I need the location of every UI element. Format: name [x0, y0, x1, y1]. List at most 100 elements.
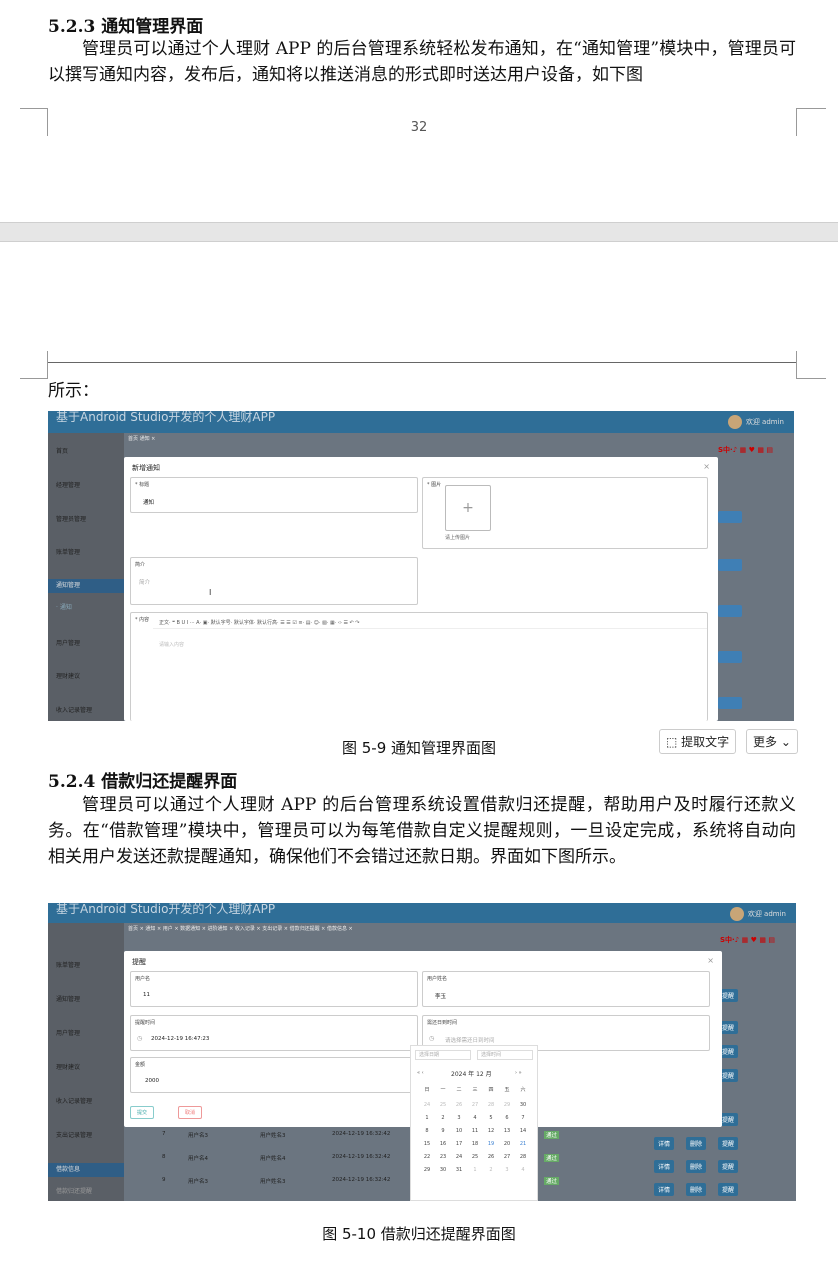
calendar-day[interactable]: 25	[435, 1102, 451, 1108]
remind-button[interactable]: 提醒	[718, 1183, 739, 1196]
upload-plus-icon[interactable]: +	[445, 485, 491, 531]
admin-menu[interactable]: 欢迎 admin	[727, 415, 784, 429]
sidebar-item-income[interactable]: 收入记录管理	[48, 1095, 124, 1109]
calendar-day[interactable]: 7	[515, 1115, 531, 1121]
delete-button[interactable]: 删除	[686, 1160, 707, 1173]
calendar-day[interactable]: 1	[419, 1115, 435, 1121]
content-editor[interactable]: * 内容 正文· ❝ B U I ··· A· ▣· 默认字号· 默认字体· 默…	[130, 612, 708, 721]
calendar-day[interactable]: 4	[467, 1115, 483, 1121]
date-input[interactable]: 选择日期	[415, 1050, 471, 1060]
row-button[interactable]	[718, 651, 742, 663]
delete-button[interactable]: 删除	[686, 1183, 707, 1196]
calendar-day[interactable]: 15	[419, 1141, 435, 1147]
calendar-day[interactable]: 21	[515, 1141, 531, 1147]
calendar-day[interactable]: 5	[483, 1115, 499, 1121]
sidebar-item-advice[interactable]: 理财建议	[48, 1061, 124, 1075]
calendar-day[interactable]: 2	[435, 1115, 451, 1121]
next-year-icon[interactable]: › »	[515, 1070, 522, 1076]
calendar-day[interactable]: 8	[419, 1128, 435, 1134]
calendar-day[interactable]: 4	[515, 1167, 531, 1173]
sidebar-item-manager[interactable]: 经理管理	[48, 479, 124, 493]
admin-menu[interactable]: 欢迎 admin	[729, 907, 786, 921]
calendar-day[interactable]: 29	[499, 1102, 515, 1108]
detail-button[interactable]: 详情	[654, 1137, 675, 1150]
row-button[interactable]	[718, 697, 742, 709]
close-icon[interactable]: ×	[703, 462, 710, 471]
row-button[interactable]	[718, 559, 742, 571]
calendar-day[interactable]: 30	[435, 1167, 451, 1173]
calendar-day[interactable]: 31	[451, 1167, 467, 1173]
calendar-day[interactable]: 19	[483, 1141, 499, 1147]
calendar-day[interactable]: 22	[419, 1154, 435, 1160]
ime-toolbar[interactable]: S中·♪ ▦ ♥ ▦ ▤	[720, 935, 775, 945]
time-input[interactable]: 选择时间	[477, 1050, 533, 1060]
sidebar-item-admin[interactable]: 管理员管理	[48, 513, 124, 527]
sidebar-subitem-reminder[interactable]: 借款归还提醒	[48, 1185, 124, 1199]
prev-year-icon[interactable]: « ‹	[417, 1070, 424, 1076]
sidebar-item-bills[interactable]: 账单管理	[48, 959, 124, 973]
extract-text-button[interactable]: ⬚ 提取文字	[659, 729, 737, 754]
sidebar-subitem-notice[interactable]: · 通知	[48, 601, 124, 615]
calendar-day[interactable]: 23	[435, 1154, 451, 1160]
calendar-day[interactable]: 17	[451, 1141, 467, 1147]
detail-button[interactable]: 详情	[654, 1183, 675, 1196]
calendar-day[interactable]: 28	[483, 1102, 499, 1108]
remind-button[interactable]: 提醒	[718, 1137, 739, 1150]
calendar-day[interactable]: 3	[499, 1167, 515, 1173]
intro-field[interactable]: 简介 简介 I	[130, 557, 418, 605]
calendar-day[interactable]: 9	[435, 1128, 451, 1134]
row-button[interactable]	[718, 605, 742, 617]
field-placeholder: 请选择需还日到时间	[445, 1038, 495, 1044]
sidebar-item-expense[interactable]: 支出记录管理	[48, 1129, 124, 1143]
calendar-day[interactable]: 26	[483, 1154, 499, 1160]
sidebar-item-loan[interactable]: 借款信息	[48, 1163, 124, 1177]
sidebar-item-bills[interactable]: 账单管理	[48, 546, 124, 560]
sidebar-item-notice[interactable]: 通知管理	[48, 993, 124, 1007]
calendar-day[interactable]: 26	[451, 1102, 467, 1108]
calendar-day[interactable]: 29	[419, 1167, 435, 1173]
remind-button[interactable]: 提醒	[718, 1160, 739, 1173]
calendar-day[interactable]: 24	[451, 1154, 467, 1160]
calendar-day[interactable]: 27	[499, 1154, 515, 1160]
row-button[interactable]	[718, 511, 742, 523]
user-name-field[interactable]: 用户姓名 李玉	[422, 971, 710, 1007]
cancel-button[interactable]: 取消	[178, 1106, 203, 1119]
tab-bar[interactable]: 首页 通知 ×	[124, 435, 794, 442]
sidebar-item-users[interactable]: 用户管理	[48, 637, 124, 651]
calendar-day[interactable]: 30	[515, 1102, 531, 1108]
detail-button[interactable]: 详情	[654, 1160, 675, 1173]
sidebar-item-advice[interactable]: 理财建议	[48, 670, 124, 684]
sidebar-item-income[interactable]: 收入记录管理	[48, 704, 124, 718]
calendar-day[interactable]: 27	[467, 1102, 483, 1108]
calendar-day[interactable]: 2	[483, 1167, 499, 1173]
editor-toolbar[interactable]: 正文· ❝ B U I ··· A· ▣· 默认字号· 默认字体· 默认行高· …	[153, 617, 707, 629]
delete-button[interactable]: 删除	[686, 1137, 707, 1150]
notification-screenshot: 基于Android Studio开发的个人理财APP 欢迎 admin 首页 通…	[48, 411, 794, 721]
calendar-day[interactable]: 24	[419, 1102, 435, 1108]
calendar-day[interactable]: 20	[499, 1141, 515, 1147]
amount-field[interactable]: 金额 2000	[130, 1057, 418, 1093]
close-icon[interactable]: ×	[707, 956, 714, 965]
more-button[interactable]: 更多 ⌄	[746, 729, 798, 754]
calendar-day[interactable]: 10	[451, 1128, 467, 1134]
sidebar-item-users[interactable]: 用户管理	[48, 1027, 124, 1041]
calendar-day[interactable]: 14	[515, 1128, 531, 1134]
username-field[interactable]: 用户名 11	[130, 971, 418, 1007]
sidebar-item-notice[interactable]: 通知管理	[48, 579, 124, 593]
calendar-day[interactable]: 13	[499, 1128, 515, 1134]
title-field[interactable]: * 标题 通知	[130, 477, 418, 513]
calendar-day[interactable]: 16	[435, 1141, 451, 1147]
calendar-day[interactable]: 3	[451, 1115, 467, 1121]
calendar-day[interactable]: 6	[499, 1115, 515, 1121]
calendar-day[interactable]: 11	[467, 1128, 483, 1134]
calendar-day[interactable]: 1	[467, 1167, 483, 1173]
remind-time-field[interactable]: 提醒时间 2024-12-19 16:47:23 ◷	[130, 1015, 418, 1051]
calendar-day[interactable]: 25	[467, 1154, 483, 1160]
calendar-day[interactable]: 12	[483, 1128, 499, 1134]
sidebar-item-home[interactable]: 首页	[48, 445, 124, 459]
ime-toolbar[interactable]: S中·♪ ▦ ♥ ▦ ▤	[718, 445, 773, 455]
submit-button[interactable]: 提交	[130, 1106, 155, 1119]
calendar-day[interactable]: 18	[467, 1141, 483, 1147]
calendar-day[interactable]: 28	[515, 1154, 531, 1160]
tab-bar[interactable]: 首页 × 通知 × 用户 × 数据通知 × 进阶通知 × 收入记录 × 支出记录…	[124, 925, 796, 932]
